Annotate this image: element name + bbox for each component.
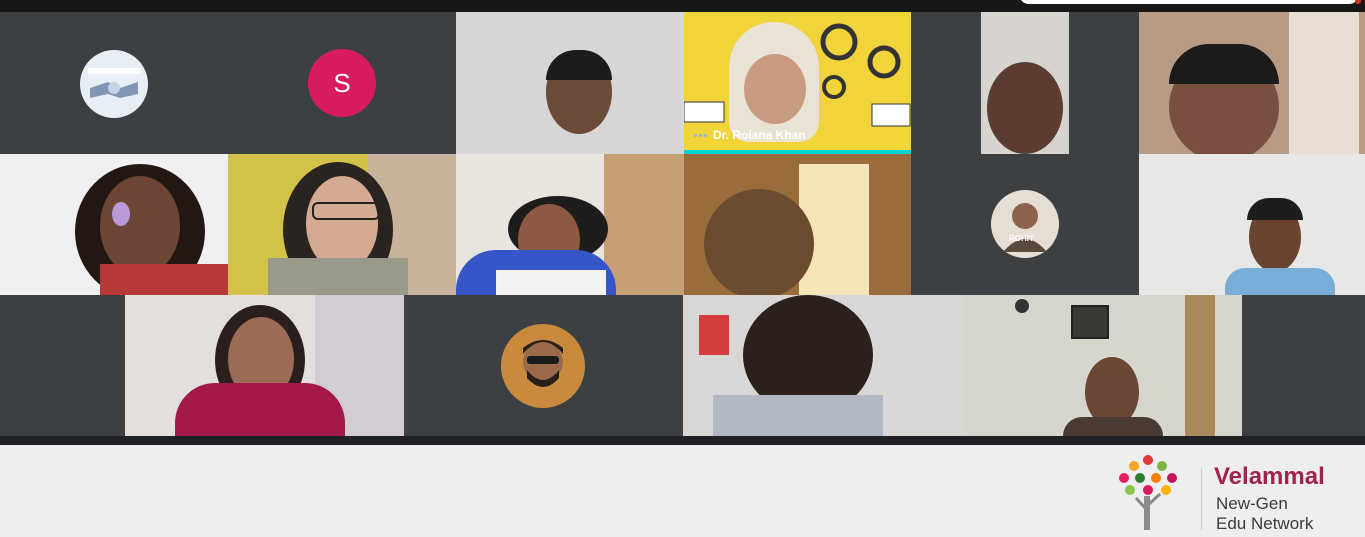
- participant-video-15[interactable]: [683, 295, 963, 436]
- participant-avatar: [501, 324, 585, 408]
- person-figure: [987, 62, 1063, 154]
- participant-tile-2[interactable]: S: [228, 12, 456, 154]
- shirt-shape: [1225, 268, 1335, 295]
- clock-icon: [1015, 299, 1029, 313]
- speaker-name: Dr. Roiana Khan: [713, 128, 806, 142]
- participant-tile-1[interactable]: [0, 12, 228, 154]
- headphone-icon: [112, 202, 130, 226]
- picture-frame: [1071, 305, 1109, 339]
- door-shape: [1289, 12, 1359, 154]
- brand-subtitle-2: Edu Network: [1216, 514, 1314, 533]
- participant-video-16[interactable]: [963, 295, 1242, 436]
- shelf-object: [699, 315, 729, 355]
- participant-video-10[interactable]: [684, 154, 911, 295]
- brand-divider: [1201, 468, 1202, 530]
- door-frame: [1185, 295, 1215, 436]
- search-field[interactable]: [1019, 0, 1359, 4]
- tile-spacer-right: [1242, 295, 1365, 436]
- participant-video-8[interactable]: [228, 154, 456, 295]
- tile-spacer-left: [0, 295, 125, 436]
- tree-logo-icon: [1119, 455, 1177, 530]
- profile-photo-icon: [523, 340, 563, 387]
- participant-avatar: [80, 50, 148, 118]
- avatar-letter: S: [333, 67, 351, 98]
- hair-shape: [546, 50, 612, 80]
- profile-photo-icon: [1003, 203, 1047, 252]
- participant-tile-11[interactable]: ROHIT: [911, 154, 1139, 295]
- audio-indicator-icon: [694, 133, 707, 137]
- shirt-shape: [100, 264, 228, 295]
- face-shape: [306, 176, 378, 271]
- participant-tile-14[interactable]: [404, 295, 683, 436]
- handshake-icon: [88, 68, 140, 98]
- shirt-shape: [713, 395, 883, 436]
- letter-avatar: S: [308, 49, 376, 117]
- shirt-shape: [496, 270, 606, 295]
- participant-video-3[interactable]: [456, 12, 684, 154]
- person-figure: [704, 189, 814, 295]
- shirt-shape: [1063, 417, 1163, 436]
- brand-name: Velammal: [1214, 463, 1325, 490]
- hair-shape: [1169, 44, 1279, 84]
- participant-video-speaker[interactable]: Dr. Roiana Khan: [684, 12, 911, 154]
- avatar-caption: ROHIT: [1009, 234, 1034, 243]
- participant-video-13[interactable]: [125, 295, 404, 436]
- shirt-shape: [268, 258, 408, 295]
- face-shape: [100, 176, 180, 276]
- hair-shape: [1247, 198, 1303, 220]
- participant-tile-5[interactable]: [911, 12, 1139, 154]
- participant-video-9[interactable]: [456, 154, 684, 295]
- face-shape: [744, 54, 806, 124]
- shirt-shape: [175, 383, 345, 436]
- glasses-icon: [312, 202, 380, 220]
- grid-bottom-gap: [0, 436, 1365, 445]
- participant-video-12[interactable]: [1139, 154, 1365, 295]
- brand-subtitle-1: New-Gen: [1216, 494, 1288, 513]
- notification-dot: [1355, 0, 1361, 4]
- speaker-name-tag: Dr. Roiana Khan: [694, 128, 806, 142]
- participant-avatar: ROHIT: [991, 190, 1059, 258]
- participant-video-6[interactable]: [1139, 12, 1365, 154]
- cupboard-shape: [604, 154, 684, 295]
- top-bar: [0, 0, 1365, 12]
- participant-video-5: [981, 12, 1069, 154]
- participant-video-7[interactable]: [0, 154, 228, 295]
